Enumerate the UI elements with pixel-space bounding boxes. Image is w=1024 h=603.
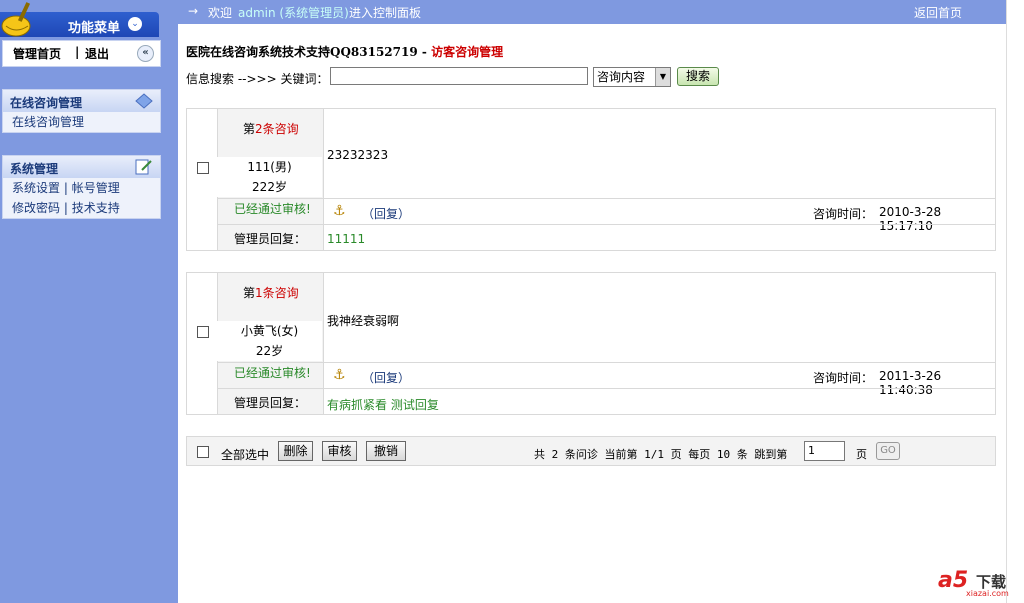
batch-actions-bar: 全部选中 删除 审核 撤销 共 2 条问诊 当前第 1/1 页 每页 10 条 … <box>186 436 996 466</box>
delete-button[interactable]: 删除 <box>278 441 313 461</box>
keyword-input[interactable] <box>330 67 588 85</box>
divider <box>217 198 995 199</box>
page-unit: 页 <box>856 448 867 461</box>
revoke-button[interactable]: 撤销 <box>366 441 406 461</box>
select-all-label: 全部选中 <box>221 448 270 462</box>
section-title: 系统管理 <box>10 162 59 176</box>
home-link[interactable]: 管理首页 <box>13 45 61 62</box>
consult-entry: 第1条咨询 小黄飞(女) 22岁 已经通过审核! 我神经衰弱啊 ⚓ （回复） 咨… <box>186 272 996 415</box>
title-prefix: 医院在线咨询系统技术支持QQ83152719 - <box>186 45 427 59</box>
diamond-icon <box>135 93 153 109</box>
admin-reply-text: 11111 <box>327 232 366 246</box>
entry-checkbox[interactable] <box>197 326 209 338</box>
sidebar: 功能菜单 ⌄ 管理首页 | 退出 « 在线咨询管理 在线咨询管理 系统管理 系统… <box>0 0 178 603</box>
title-highlight: 访客咨询管理 <box>431 45 504 59</box>
sidebar-title: 功能菜单 <box>68 21 121 36</box>
collapse-menu-icon[interactable]: ⌄ <box>128 17 142 31</box>
visitor-name: 小黄飞(女) <box>217 321 322 341</box>
search-button[interactable]: 搜索 <box>677 67 719 86</box>
consult-time: 2010-3-28 15:17:10 <box>879 205 942 233</box>
a5-logo: a5 <box>938 568 969 593</box>
search-field-select[interactable]: 咨询内容 ▼ <box>593 67 671 87</box>
time-label: 咨询时间： <box>813 207 874 221</box>
top-bar: → 欢迎 admin (系统管理员) 进入控制面板 返回首页 <box>178 0 1006 24</box>
sidebar-item-support[interactable]: 技术支持 <box>72 201 120 215</box>
sidebar-quick-links: 管理首页 | 退出 « <box>2 40 161 67</box>
consult-entry: 第2条咨询 111(男) 222岁 已经通过审核! 23232323 ⚓ （回复… <box>186 108 996 251</box>
visitor-age: 222岁 <box>217 177 322 197</box>
anchor-icon: ⚓ <box>333 367 346 383</box>
arrow-icon: → <box>188 4 199 18</box>
anchor-icon: ⚓ <box>333 203 346 219</box>
pagination-info: 共 2 条问诊 当前第 1/1 页 每页 10 条 跳到第 <box>534 448 788 461</box>
divider <box>217 388 995 389</box>
sidebar-item-accounts[interactable]: 帐号管理 <box>72 181 120 195</box>
page-jump-input[interactable]: 1 <box>804 441 845 461</box>
watermark-site: xiazai.com <box>966 589 1009 598</box>
logout-link[interactable]: 退出 <box>85 45 109 62</box>
sidebar-item-password[interactable]: 修改密码 <box>12 201 60 215</box>
entry-number: 第1条咨询 <box>243 286 299 300</box>
dropdown-arrow-icon[interactable]: ▼ <box>655 68 670 86</box>
reply-link[interactable]: （回复） <box>362 369 410 386</box>
edit-icon <box>135 159 152 175</box>
go-button[interactable]: GO <box>876 442 900 460</box>
sidebar-item-settings[interactable]: 系统设置 <box>12 181 60 195</box>
broom-logo-icon <box>1 2 31 37</box>
admin-reply-label: 管理员回复： <box>234 396 307 410</box>
section-title: 在线咨询管理 <box>10 96 83 110</box>
consult-time: 2011-3-26 11:40:38 <box>879 369 942 397</box>
collapse-sidebar-icon[interactable]: « <box>137 45 154 62</box>
section-header: 系统管理 <box>3 156 160 178</box>
review-status: 已经通过审核! <box>234 366 311 380</box>
admin-reply-label: 管理员回复： <box>234 232 307 246</box>
item-separator: | <box>63 201 72 215</box>
entry-checkbox[interactable] <box>197 162 209 174</box>
divider <box>217 224 995 225</box>
back-home-link[interactable]: 返回首页 <box>914 4 962 21</box>
sidebar-section-consult: 在线咨询管理 在线咨询管理 <box>2 89 161 133</box>
consult-content: 23232323 <box>327 148 389 162</box>
time-label: 咨询时间： <box>813 371 874 385</box>
approve-button[interactable]: 审核 <box>322 441 357 461</box>
sidebar-row: 修改密码 | 技术支持 <box>3 198 160 218</box>
divider <box>217 362 995 363</box>
select-value: 咨询内容 <box>597 70 646 84</box>
consult-content: 我神经衰弱啊 <box>327 314 400 328</box>
page-title: 医院在线咨询系统技术支持QQ83152719 - 访客咨询管理 <box>186 43 503 60</box>
current-user: admin (系统管理员) <box>238 6 349 20</box>
sidebar-item-consult[interactable]: 在线咨询管理 <box>3 112 160 132</box>
sidebar-section-system: 系统管理 系统设置 | 帐号管理 修改密码 | 技术支持 <box>2 155 161 219</box>
entry-number: 第2条咨询 <box>243 122 299 136</box>
select-all-checkbox[interactable] <box>197 446 209 458</box>
admin-reply-text: 有病抓紧看 测试回复 <box>327 398 439 412</box>
section-header: 在线咨询管理 <box>3 90 160 112</box>
sidebar-row: 系统设置 | 帐号管理 <box>3 178 160 198</box>
item-separator: | <box>63 181 72 195</box>
welcome-text: 欢迎 <box>208 6 233 20</box>
watermark: a5 下载 xiazai.com <box>938 568 1018 598</box>
link-separator: | <box>75 45 80 59</box>
search-label: 信息搜索 -->>> 关键词： <box>186 72 329 86</box>
visitor-age: 22岁 <box>217 341 322 361</box>
review-status: 已经通过审核! <box>234 202 311 216</box>
visitor-name: 111(男) <box>217 157 322 177</box>
control-panel-link[interactable]: 进入控制面板 <box>349 4 421 21</box>
reply-link[interactable]: （回复） <box>362 205 410 222</box>
right-edge <box>1006 0 1024 603</box>
